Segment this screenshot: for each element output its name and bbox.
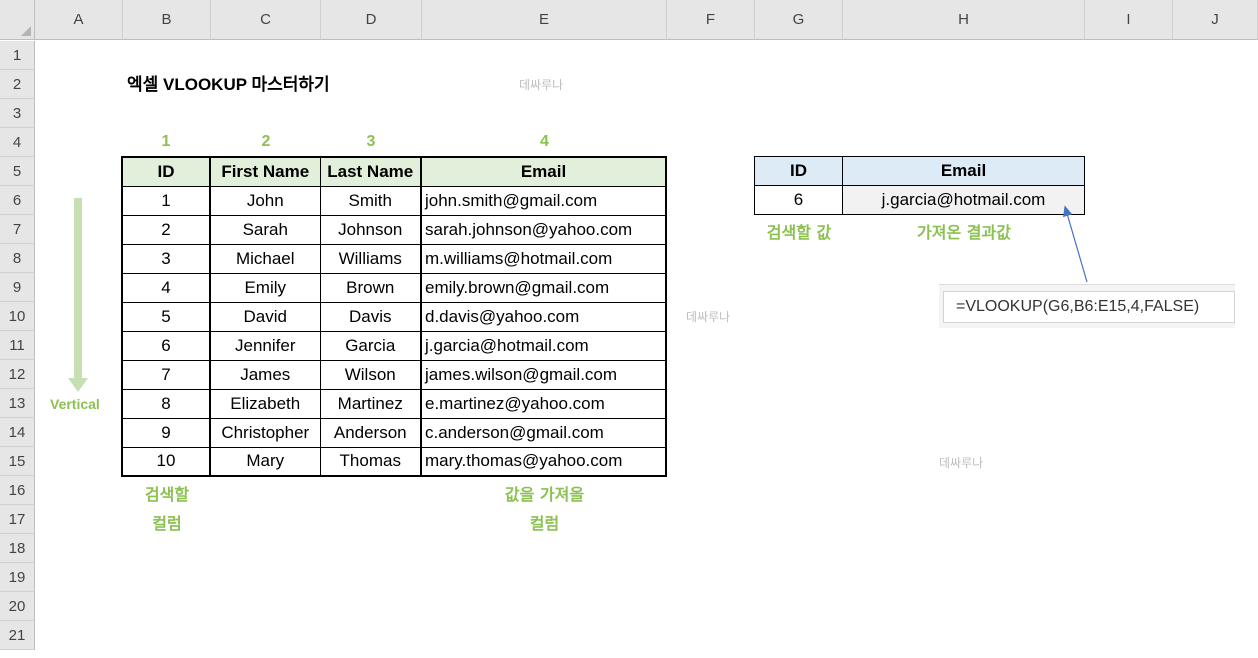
vertical-arrow-icon bbox=[68, 198, 88, 392]
formula-pointer-arrow-icon bbox=[1063, 205, 1088, 283]
arrow-overlay bbox=[68, 198, 1088, 392]
